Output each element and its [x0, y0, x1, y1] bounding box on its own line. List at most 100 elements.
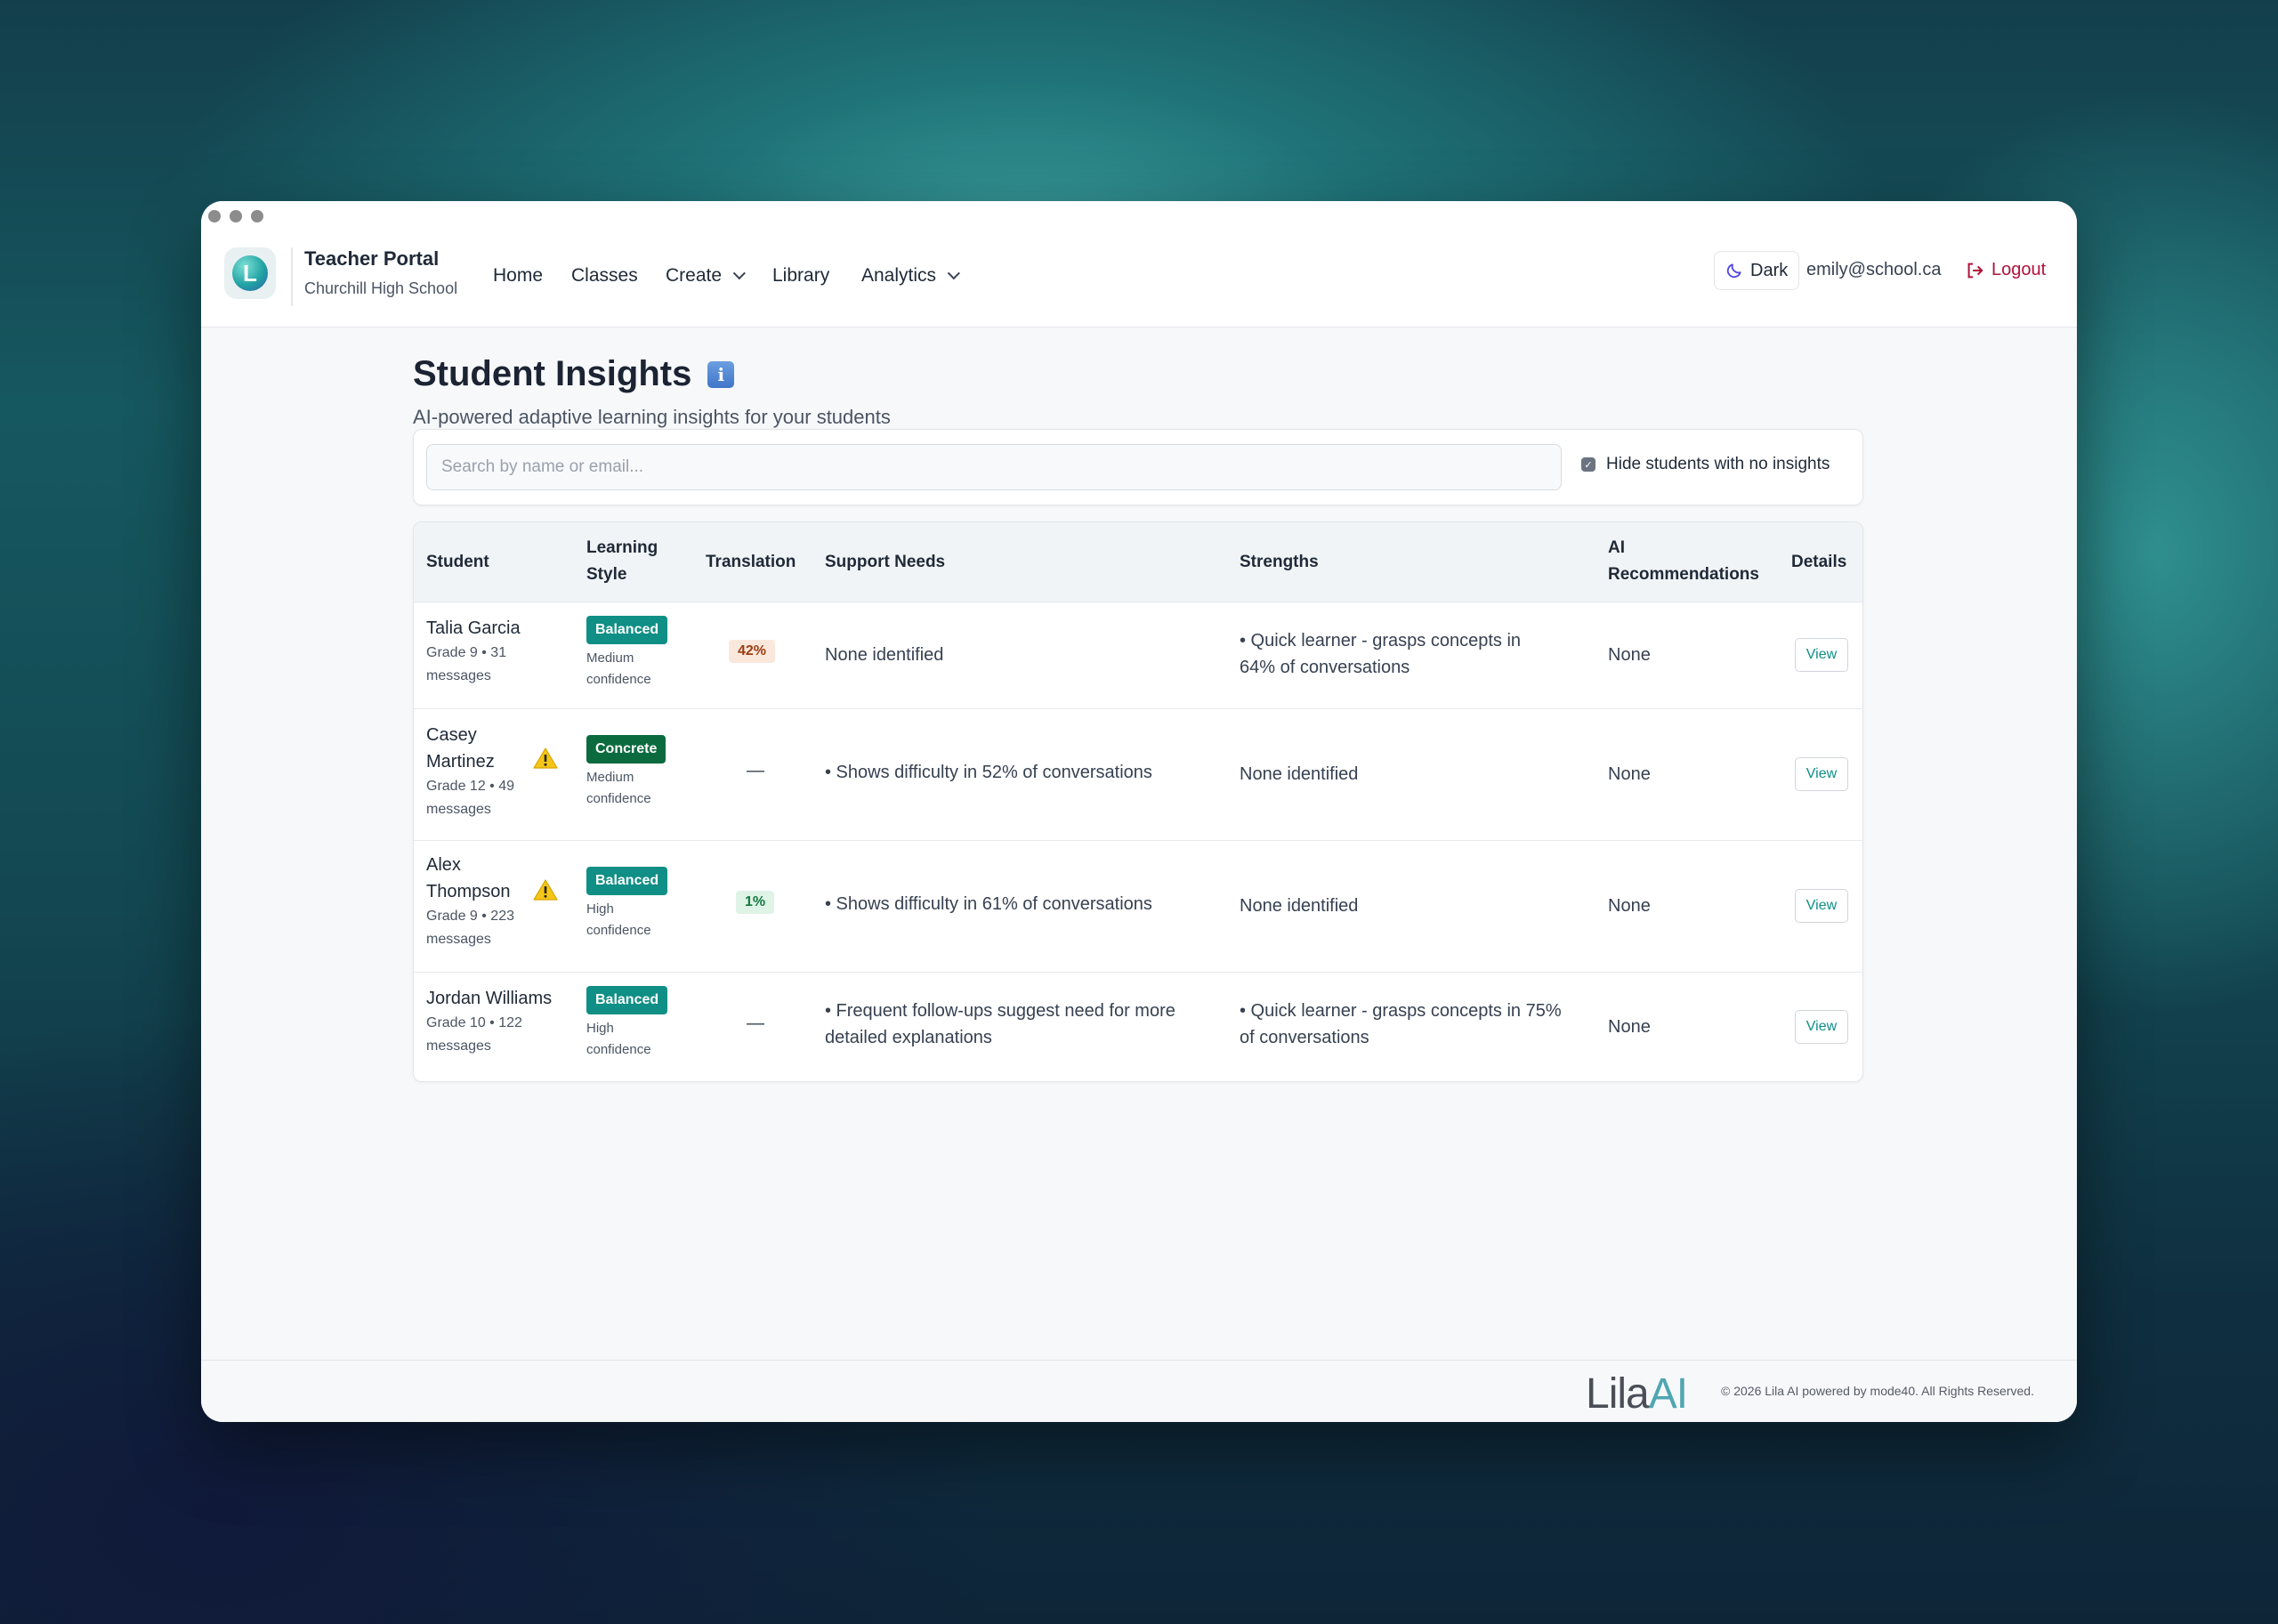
user-email: emily@school.ca: [1806, 260, 1942, 279]
ai-recommendation-text: None: [1608, 764, 1651, 784]
header-learning-style-line1: Learning: [586, 538, 658, 557]
support-needs-text: None identified: [825, 645, 944, 665]
support-needs-text: • Shows difficulty in 61% of conversatio…: [825, 894, 1152, 914]
hide-no-insights-toggle[interactable]: ✓ Hide students with no insights: [1581, 455, 1830, 474]
ai-recommendation-text: None: [1608, 1017, 1651, 1037]
logout-icon: [1967, 263, 1983, 278]
strengths-text: 64% of conversations: [1240, 658, 1410, 677]
logout-button[interactable]: Logout: [1965, 260, 2046, 280]
table-row: Alex Thompson Grade 9 • 223 messages Bal…: [414, 841, 1862, 973]
view-details-button[interactable]: View: [1795, 638, 1848, 672]
translation-badge: 1%: [736, 891, 775, 914]
footer-copyright: © 2026 Lila AI powered by mode40. All Ri…: [1721, 1384, 2034, 1398]
header-details: Details: [1791, 553, 1847, 571]
nav-create[interactable]: Create: [666, 265, 746, 287]
search-input[interactable]: [426, 444, 1562, 490]
brand-divider: [291, 247, 293, 306]
ai-recommendation-text: None: [1608, 645, 1651, 665]
nav-library-label: Library: [772, 265, 830, 286]
learning-style-badge: Balanced: [586, 867, 668, 895]
student-meta: Grade 9 • 31: [426, 645, 507, 660]
window-maximize-dot[interactable]: [251, 210, 263, 222]
header-translation: Translation: [706, 553, 796, 571]
student-meta: Grade 9 • 223: [426, 909, 514, 924]
dark-mode-toggle[interactable]: Dark: [1714, 251, 1799, 290]
school-name: Churchill High School: [304, 279, 458, 297]
header-ai-line2: Recommendations: [1608, 565, 1759, 584]
logout-label: Logout: [1991, 260, 2047, 279]
student-name: Alex: [426, 855, 461, 875]
table-row: Jordan Williams Grade 10 • 122 messages …: [414, 973, 1862, 1081]
confidence-text: High: [586, 901, 614, 917]
header-learning-style-line2: Style: [586, 565, 627, 584]
checkbox-checked-icon[interactable]: ✓: [1581, 457, 1595, 472]
header-student: Student: [426, 553, 489, 571]
view-details-button[interactable]: View: [1795, 1010, 1848, 1044]
strengths-text: • Quick learner - grasps concepts in 75%: [1240, 1001, 1562, 1021]
learning-style-cell: Balanced High confidence: [586, 866, 668, 941]
strengths-cell: None identified: [1240, 893, 1358, 919]
top-navbar: L Teacher Portal Churchill High School H…: [201, 228, 2077, 327]
learning-style-cell: Concrete Medium confidence: [586, 734, 666, 810]
student-cell: Casey Martinez Grade 12 • 49 messages: [426, 722, 514, 821]
strengths-cell: • Quick learner - grasps concepts in 75%…: [1240, 998, 1562, 1051]
student-meta: messages: [426, 1038, 491, 1054]
support-needs-cell: • Frequent follow-ups suggest need for m…: [825, 998, 1175, 1051]
header-ai-recommendations: AI Recommendations: [1608, 535, 1759, 588]
filter-card: ✓ Hide students with no insights: [413, 429, 1863, 505]
page-subtitle: AI-powered adaptive learning insights fo…: [413, 406, 891, 428]
student-cell: Alex Thompson Grade 9 • 223 messages: [426, 852, 514, 951]
window-close-dot[interactable]: [208, 210, 221, 222]
ai-recommendation-text: None: [1608, 896, 1651, 916]
view-details-button[interactable]: View: [1795, 889, 1848, 923]
table-row: Talia Garcia Grade 9 • 31 messages Balan…: [414, 602, 1862, 709]
chevron-down-icon: [947, 267, 960, 280]
moon-icon: [1726, 263, 1741, 279]
strengths-text: None identified: [1240, 764, 1359, 784]
footer-logo-part2: AI: [1648, 1370, 1688, 1418]
nav-classes[interactable]: Classes: [571, 265, 638, 287]
student-meta: messages: [426, 802, 491, 817]
confidence-text: confidence: [586, 923, 651, 938]
table-header: Student Learning Style Translation Suppo…: [414, 522, 1862, 602]
view-details-button[interactable]: View: [1795, 757, 1848, 791]
chevron-down-icon: [732, 267, 746, 280]
student-cell: Jordan Williams Grade 10 • 122 messages: [426, 985, 552, 1058]
app-logo-icon[interactable]: L: [224, 247, 276, 299]
browser-window: L Teacher Portal Churchill High School H…: [201, 201, 2077, 1422]
learning-style-cell: Balanced High confidence: [586, 985, 668, 1061]
confidence-text: Medium: [586, 770, 634, 785]
warning-icon: [533, 879, 558, 901]
insights-table: Student Learning Style Translation Suppo…: [413, 521, 1863, 1082]
support-needs-text: • Shows difficulty in 52% of conversatio…: [825, 763, 1152, 782]
strengths-text: of conversations: [1240, 1028, 1369, 1047]
brand-title: Teacher Portal: [304, 247, 440, 270]
strengths-text: None identified: [1240, 896, 1359, 916]
window-titlebar: [201, 201, 2077, 228]
nav-analytics[interactable]: Analytics: [861, 265, 960, 287]
logo-letter: L: [232, 255, 268, 291]
nav-library[interactable]: Library: [772, 265, 829, 287]
confidence-text: Medium: [586, 650, 634, 666]
nav-analytics-label: Analytics: [861, 265, 937, 286]
strengths-text: • Quick learner - grasps concepts in: [1240, 631, 1522, 650]
student-name: Martinez: [426, 752, 495, 772]
footer: LilaAI © 2026 Lila AI powered by mode40.…: [201, 1360, 2077, 1422]
student-meta: Grade 10 • 122: [426, 1015, 522, 1030]
learning-style-badge: Balanced: [586, 986, 668, 1014]
translation-empty: —: [747, 1014, 764, 1033]
confidence-text: High: [586, 1021, 614, 1036]
learning-style-badge: Concrete: [586, 735, 666, 764]
student-meta: messages: [426, 668, 491, 683]
nav-home[interactable]: Home: [493, 265, 543, 287]
support-needs-text: detailed explanations: [825, 1028, 992, 1047]
info-icon[interactable]: i: [707, 360, 735, 388]
window-minimize-dot[interactable]: [230, 210, 242, 222]
header-support-needs: Support Needs: [825, 553, 946, 571]
learning-style-cell: Balanced Medium confidence: [586, 615, 668, 691]
footer-logo-part1: Lila: [1586, 1370, 1650, 1418]
table-row: Casey Martinez Grade 12 • 49 messages Co…: [414, 709, 1862, 841]
header-ai-line1: AI: [1608, 538, 1625, 557]
student-meta: Grade 12 • 49: [426, 779, 514, 794]
learning-style-badge: Balanced: [586, 616, 668, 644]
